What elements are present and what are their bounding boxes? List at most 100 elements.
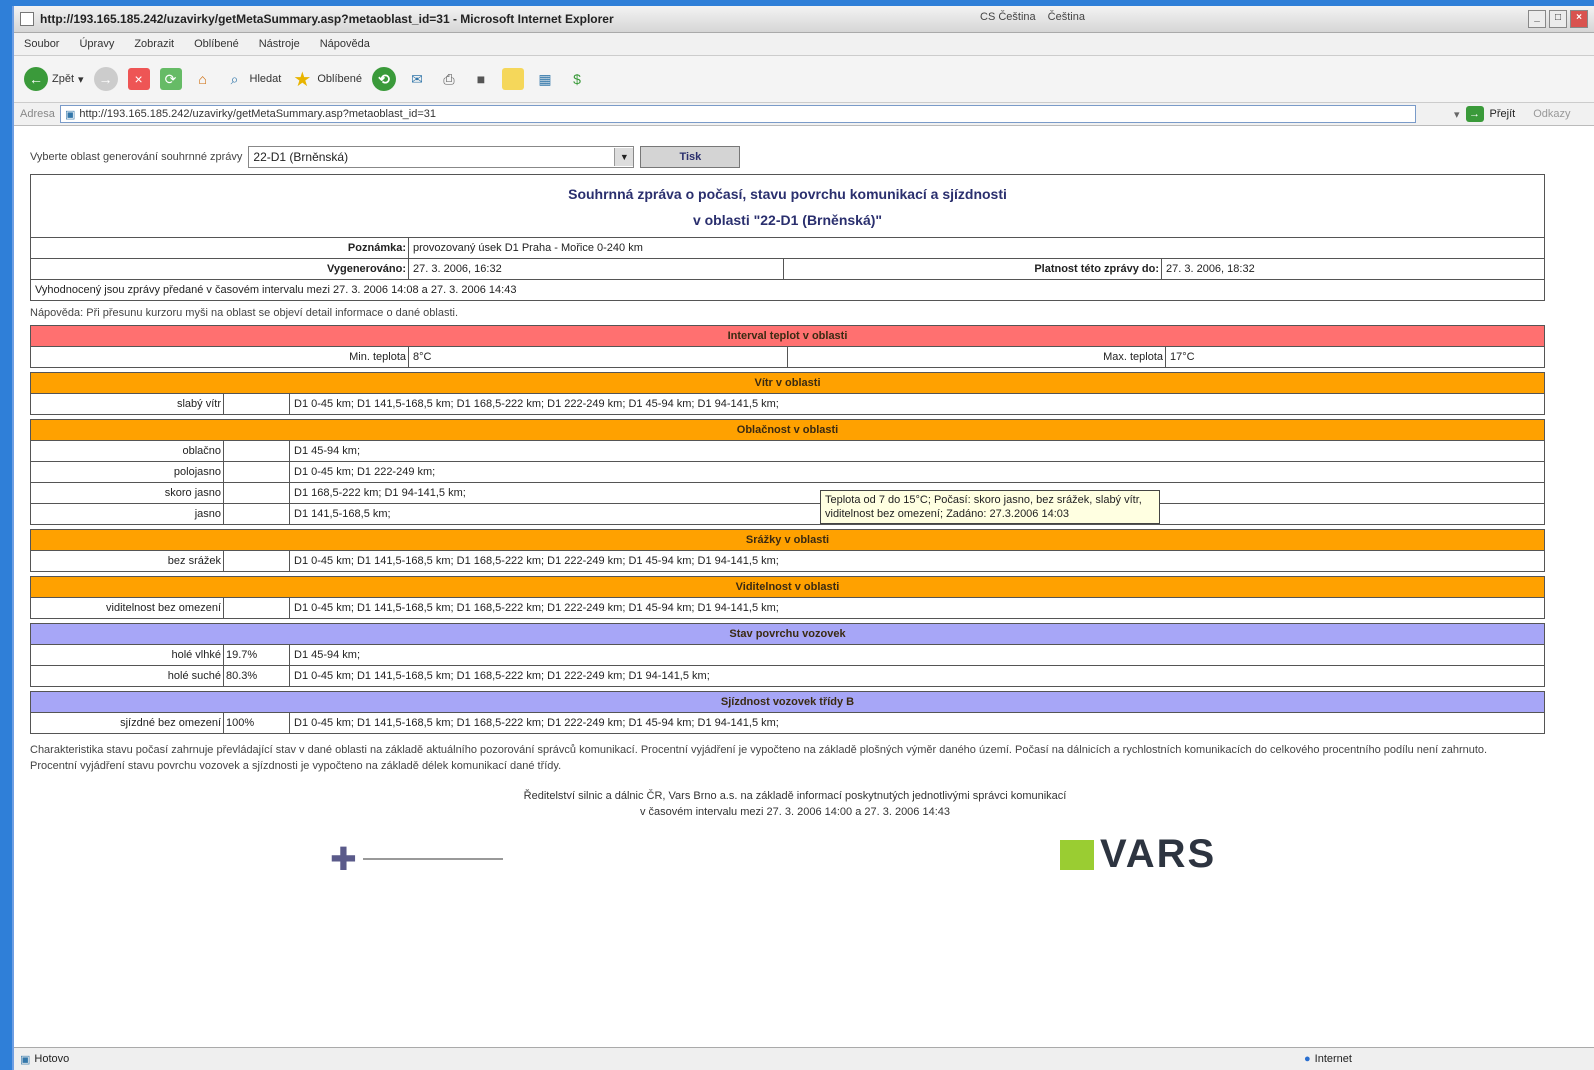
menu-file[interactable]: Soubor — [24, 38, 59, 50]
section-row[interactable]: oblačno D1 45-94 km; — [31, 441, 1544, 462]
back-arrow-icon: ← — [24, 67, 48, 91]
minimize-icon[interactable]: _ — [1528, 10, 1546, 28]
section-title: Sjízdnost vozovek třídy B — [31, 692, 1544, 713]
refresh-icon[interactable]: ⟳ — [159, 68, 182, 90]
min-temp-label: Min. teplota — [31, 347, 409, 367]
min-temp-value: 8°C — [413, 351, 432, 363]
temperature-section: Interval teplot v oblasti Min. teplota 8… — [30, 325, 1545, 368]
section-row[interactable]: holé vlhké 19.7% D1 45-94 km; — [31, 645, 1544, 666]
max-temp-value: 17°C — [1170, 351, 1195, 363]
menu-help[interactable]: Nápověda — [320, 38, 370, 50]
forward-arrow-icon[interactable]: → — [93, 67, 118, 91]
search-button[interactable]: ⌕ Hledat — [224, 68, 282, 90]
menu-tools[interactable]: Nástroje — [259, 38, 300, 50]
section-title: Vítr v oblasti — [31, 373, 1544, 394]
row-desc: D1 0-45 km; D1 222-249 km; — [294, 466, 436, 478]
window-controls: _ □ × — [1528, 10, 1588, 28]
row-pct — [224, 483, 290, 503]
vars-mark-icon — [1060, 839, 1094, 870]
footer-credits: Ředitelství silnic a dálnic ČR, Vars Brn… — [523, 790, 1067, 818]
menu-edit[interactable]: Úpravy — [79, 38, 114, 50]
row-pct — [224, 551, 290, 571]
section-row[interactable]: sjízdné bez omezení 100% D1 0-45 km; D1 14… — [31, 713, 1544, 733]
row-label: sjízdné bez omezení — [31, 713, 224, 733]
menu-view[interactable]: Zobrazit — [134, 38, 174, 50]
extra-icon[interactable]: $ — [566, 68, 588, 90]
region-select[interactable]: 22-D1 (Brněnská) ▼ — [248, 146, 635, 168]
row-label: jasno — [31, 504, 224, 524]
status-bar: ▣ Hotovo ● Internet — [14, 1047, 1594, 1070]
row-desc: D1 45-94 km; — [294, 649, 361, 661]
section-3: Viditelnost v oblasti viditelnost bez ome… — [30, 576, 1545, 619]
dropdown-icon[interactable]: ▾ — [1454, 108, 1460, 121]
generated-row: Vygenerováno: 27. 3. 2006, 16:32 Platnos… — [31, 259, 1544, 280]
home-icon[interactable]: ⌂ — [192, 68, 214, 90]
logos: ✚ VARS — [30, 832, 1560, 892]
row-desc: D1 45-94 km; — [294, 445, 361, 457]
section-row[interactable]: skoro jasno D1 168,5-222 km; D1 94-141,5 … — [31, 483, 1544, 504]
section-title: Srážky v oblasti — [31, 530, 1544, 551]
folder-icon[interactable] — [502, 68, 524, 90]
row-label: viditelnost bez omezení — [31, 598, 224, 618]
row-pct — [224, 598, 290, 618]
row-label: oblačno — [31, 441, 224, 461]
links-label[interactable]: Odkazy — [1533, 108, 1570, 120]
edit-icon[interactable]: ■ — [470, 68, 492, 90]
zone-text: Internet — [1314, 1053, 1352, 1065]
page-icon: ▣ — [65, 108, 76, 121]
history-icon[interactable]: ⟲ — [372, 67, 396, 91]
section-title: Viditelnost v oblasti — [31, 577, 1544, 598]
address-url: http://193.165.185.242/uzavirky/getMetaS… — [79, 108, 437, 120]
print-icon[interactable]: ⎙ — [438, 68, 460, 90]
weather-sections: Vítr v oblasti slabý vítr D1 0-45 km; D1 1… — [30, 372, 1560, 734]
note-row: Poznámka: provozovaný úsek D1 Praha - Mo… — [31, 238, 1544, 259]
language-2[interactable]: Čeština — [1048, 11, 1085, 23]
title-bar: http://193.165.185.242/uzavirky/getMetaS… — [14, 6, 1594, 33]
tooltip: Teplota od 7 do 15°C; Počasí: skoro jasn… — [820, 490, 1160, 524]
section-5: Sjízdnost vozovek třídy Bsjízdné bez ome… — [30, 691, 1545, 734]
row-label: polojasno — [31, 462, 224, 482]
section-row[interactable]: polojasno D1 0-45 km; D1 222-249 km; — [31, 462, 1544, 483]
section-row[interactable]: slabý vítr D1 0-45 km; D1 141,5-168,5 km;… — [31, 394, 1544, 414]
address-input[interactable]: ▣ http://193.165.185.242/uzavirky/getMet… — [60, 105, 1416, 123]
search-icon: ⌕ — [230, 70, 239, 87]
row-label: bez srážek — [31, 551, 224, 571]
messenger-icon[interactable]: ▦ — [534, 68, 556, 90]
mail-icon[interactable]: ✉ — [406, 68, 428, 90]
max-temp-label: Max. teplota — [788, 347, 1166, 367]
row-label: slabý vítr — [31, 394, 224, 414]
language-bar[interactable]: CS Čeština Čeština — [980, 11, 1085, 23]
menu-bar: Soubor Úpravy Zobrazit Oblíbené Nástroje… — [14, 33, 1594, 56]
close-icon[interactable]: × — [1570, 10, 1588, 28]
hint-text: Nápověda: Při přesunu kurzoru myši na ob… — [30, 307, 459, 319]
toolbar: ← Zpět ▾ → × ⟳ ⌂ ⌕ Hledat ★ Oblíbené ⟲ ✉ … — [14, 56, 1594, 103]
go-button[interactable]: ▾ → Přejít Odkazy — [1454, 106, 1571, 122]
language-1[interactable]: CS Čeština — [980, 11, 1036, 23]
temperature-title: Interval teplot v oblasti — [31, 326, 1544, 347]
footer-text: Charakteristika stavu počasí zahrnuje př… — [30, 744, 1488, 772]
region-label: Vyberte oblast generování souhrnné zpráv… — [30, 151, 243, 163]
section-title: Oblačnost v oblasti — [31, 420, 1544, 441]
row-label: skoro jasno — [31, 483, 224, 503]
row-desc: D1 0-45 km; D1 141,5-168,5 km; D1 168,5-… — [294, 555, 779, 567]
section-row[interactable]: viditelnost bez omezení D1 0-45 km; D1 14… — [31, 598, 1544, 618]
menu-favorites[interactable]: Oblíbené — [194, 38, 239, 50]
row-desc: D1 168,5-222 km; D1 94-141,5 km; — [294, 487, 466, 499]
region-form: Vyberte oblast generování souhrnné zpráv… — [30, 146, 1560, 168]
ie-icon — [20, 12, 34, 26]
row-pct — [224, 394, 290, 414]
address-bar: Adresa ▣ http://193.165.185.242/uzavirky… — [14, 103, 1594, 126]
back-button[interactable]: ← Zpět ▾ — [24, 67, 84, 91]
print-button[interactable]: Tisk — [640, 146, 741, 168]
stop-icon[interactable]: × — [127, 68, 150, 90]
section-row[interactable]: holé suché 80.3% D1 0-45 km; D1 141,5-168,… — [31, 666, 1544, 686]
interval-row: Vyhodnocený jsou zprávy předané v časové… — [35, 284, 517, 296]
maximize-icon[interactable]: □ — [1549, 10, 1567, 28]
cross-logo-icon: ✚ — [330, 841, 357, 877]
row-desc: D1 0-45 km; D1 141,5-168,5 km; D1 168,5-… — [294, 602, 779, 614]
section-row[interactable]: jasno D1 141,5-168,5 km; — [31, 504, 1544, 524]
favorites-button[interactable]: ★ Oblíbené — [291, 68, 362, 91]
section-row[interactable]: bez srážek D1 0-45 km; D1 141,5-168,5 km;… — [31, 551, 1544, 571]
address-label: Adresa — [20, 108, 55, 120]
page-content: Vyberte oblast generování souhrnné zpráv… — [30, 146, 1560, 892]
